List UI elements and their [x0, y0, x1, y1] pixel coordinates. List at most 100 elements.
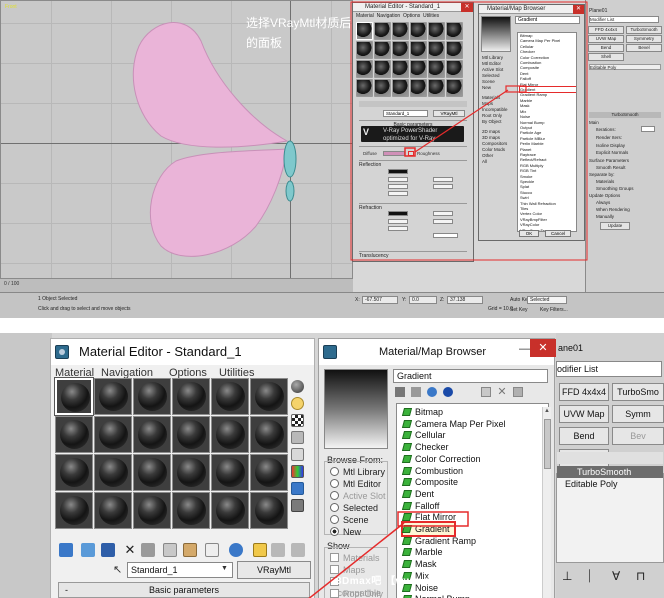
- thumb-menu-item[interactable]: Utilities: [423, 13, 439, 19]
- thumb-smooth-result[interactable]: Smooth Result: [596, 165, 626, 170]
- thumb-field[interactable]: [388, 191, 408, 196]
- thumb-slot[interactable]: [446, 60, 463, 78]
- thumb-separate-by: Separate by:: [589, 172, 615, 177]
- thumb-slot[interactable]: [428, 41, 445, 59]
- thumb-when-rendering[interactable]: When Rendering: [596, 207, 630, 212]
- thumb-mod-button[interactable]: Bend: [588, 44, 624, 52]
- thumb-reflect-swatch[interactable]: [388, 169, 408, 174]
- thumb-menu-item[interactable]: Navigation: [377, 13, 401, 19]
- thumb-slot[interactable]: [410, 41, 427, 59]
- thumb-always[interactable]: Always: [596, 200, 610, 205]
- thumb-slot[interactable]: [374, 60, 391, 78]
- coord-x-field[interactable]: -67.507: [362, 296, 398, 304]
- thumb-slot[interactable]: [356, 41, 373, 59]
- thumb-field[interactable]: [388, 177, 408, 182]
- thumb-menu-item[interactable]: Material: [356, 13, 374, 19]
- thumb-iterations: Iterations:: [596, 127, 616, 132]
- thumb-slot[interactable]: [410, 22, 427, 40]
- thumb-explicit-normals[interactable]: Explicit Normals: [596, 150, 628, 155]
- thumb-isoline[interactable]: Isoline Display: [596, 143, 625, 148]
- thumb-slot[interactable]: [392, 22, 409, 40]
- thumb-cancel-button[interactable]: Cancel: [545, 230, 571, 237]
- thumb-iterations-field[interactable]: [641, 126, 655, 132]
- status-prompt: Click and drag to select and move object…: [38, 306, 131, 312]
- thumb-field[interactable]: [433, 177, 453, 182]
- selected-dropdown[interactable]: Selected: [527, 296, 567, 304]
- bottom-annotation-overlay: [308, 511, 469, 598]
- thumb-mat-name[interactable]: Standard_1: [383, 110, 428, 117]
- thumb-browser-close-icon[interactable]: ✕: [573, 5, 584, 14]
- thumb-check[interactable]: By Object: [482, 119, 514, 125]
- thumb-field[interactable]: [433, 211, 453, 216]
- thumb-diffuse-map-button[interactable]: [408, 151, 414, 156]
- thumb-slot[interactable]: [356, 79, 373, 97]
- thumb-ok-button[interactable]: OK: [519, 230, 539, 237]
- thumb-menu-item[interactable]: Options: [403, 13, 420, 19]
- thumb-toolbar: [359, 101, 467, 107]
- thumb-slot[interactable]: [392, 60, 409, 78]
- thumb-slot[interactable]: [392, 79, 409, 97]
- thumb-slot[interactable]: [446, 41, 463, 59]
- thumb-mod-button[interactable]: Symmetry: [626, 35, 662, 43]
- thumb-slot[interactable]: [374, 79, 391, 97]
- thumb-update-options: Update Options: [589, 193, 621, 198]
- thumb-slot[interactable]: [392, 41, 409, 59]
- thumb-stack-item[interactable]: Editable Poly: [589, 64, 661, 70]
- overview-screenshot: Front 选择VRayMtl材质后的面板 0 / 100 1 Object S…: [0, 0, 664, 318]
- thumb-field[interactable]: [433, 184, 453, 189]
- front-viewport[interactable]: Front 选择VRayMtl材质后的面板: [0, 0, 353, 292]
- thumb-slot[interactable]: [446, 22, 463, 40]
- thumb-browser-title-bar: Material/Map Browser ✕: [479, 5, 584, 14]
- thumb-gradient-preview: [481, 16, 511, 52]
- thumb-smoothing-groups[interactable]: Smoothing Groups: [596, 186, 634, 191]
- material-editor-thumbnail: Material Editor - Standard_1 ✕ Material …: [352, 2, 474, 262]
- thumb-slot-grid: [356, 22, 464, 97]
- thumb-field[interactable]: [388, 219, 408, 224]
- time-slider[interactable]: 0 / 100: [0, 278, 353, 292]
- thumb-mod-button[interactable]: UVW Map: [588, 35, 624, 43]
- butterfly-tail: [285, 180, 295, 202]
- thumb-radio[interactable]: All: [482, 159, 514, 165]
- thumb-modifier-list[interactable]: Modifier List: [589, 16, 659, 23]
- thumb-manually[interactable]: Manually: [596, 214, 614, 219]
- coord-y-label: Y:: [402, 297, 407, 303]
- thumb-close-icon[interactable]: ✕: [461, 3, 473, 12]
- thumb-browse-from: Mtl Library Mtl Editor Active Slot Selec…: [482, 55, 514, 165]
- coord-z-field[interactable]: 37.138: [447, 296, 483, 304]
- thumb-mat-type[interactable]: VRayMtl: [433, 110, 465, 117]
- thumb-materials[interactable]: Materials: [596, 179, 614, 184]
- thumb-field[interactable]: [433, 219, 453, 224]
- thumb-slot[interactable]: [446, 79, 463, 97]
- thumb-slot[interactable]: [374, 41, 391, 59]
- thumb-object-name[interactable]: Plane01: [589, 8, 607, 14]
- thumb-slot[interactable]: [356, 22, 373, 40]
- thumb-slot[interactable]: [428, 22, 445, 40]
- thumb-render-iters: Render Iters:: [596, 135, 623, 140]
- thumb-slot[interactable]: [428, 60, 445, 78]
- thumb-field[interactable]: [388, 226, 408, 231]
- thumb-refract-swatch[interactable]: [388, 211, 408, 216]
- thumb-diffuse-swatch[interactable]: [383, 151, 405, 156]
- thumb-radio[interactable]: New: [482, 85, 514, 91]
- thumb-slot[interactable]: [374, 22, 391, 40]
- thumb-slot[interactable]: [356, 60, 373, 78]
- set-key-button[interactable]: Set Key: [510, 307, 528, 313]
- thumb-mod-button[interactable]: FFD 4x4x4: [588, 26, 624, 34]
- coord-x-label: X:: [355, 297, 360, 303]
- thumb-gradient-field[interactable]: Gradient: [515, 16, 580, 24]
- thumb-update-button[interactable]: Update: [600, 222, 630, 230]
- thumb-surface-params: Surface Parameters: [589, 158, 630, 163]
- thumb-fog-color[interactable]: [433, 233, 458, 238]
- thumb-slot[interactable]: [428, 79, 445, 97]
- thumb-rollout[interactable]: TurboSmooth: [589, 112, 661, 118]
- thumb-mod-button[interactable]: Bevel: [626, 44, 662, 52]
- key-filters-button[interactable]: Key Filters...: [540, 307, 568, 313]
- thumb-map-list[interactable]: Bitmap Camera Map Per Pixel Cellular Checke…: [517, 32, 577, 232]
- thumb-slot[interactable]: [410, 60, 427, 78]
- thumb-field[interactable]: [388, 184, 408, 189]
- thumb-menu: Material Navigation Options Utilities: [353, 12, 473, 20]
- thumb-slot[interactable]: [410, 79, 427, 97]
- thumb-mod-button[interactable]: TurboSmooth: [626, 26, 662, 34]
- thumb-mod-button[interactable]: Shell: [588, 53, 624, 61]
- coord-y-field[interactable]: 0.0: [409, 296, 437, 304]
